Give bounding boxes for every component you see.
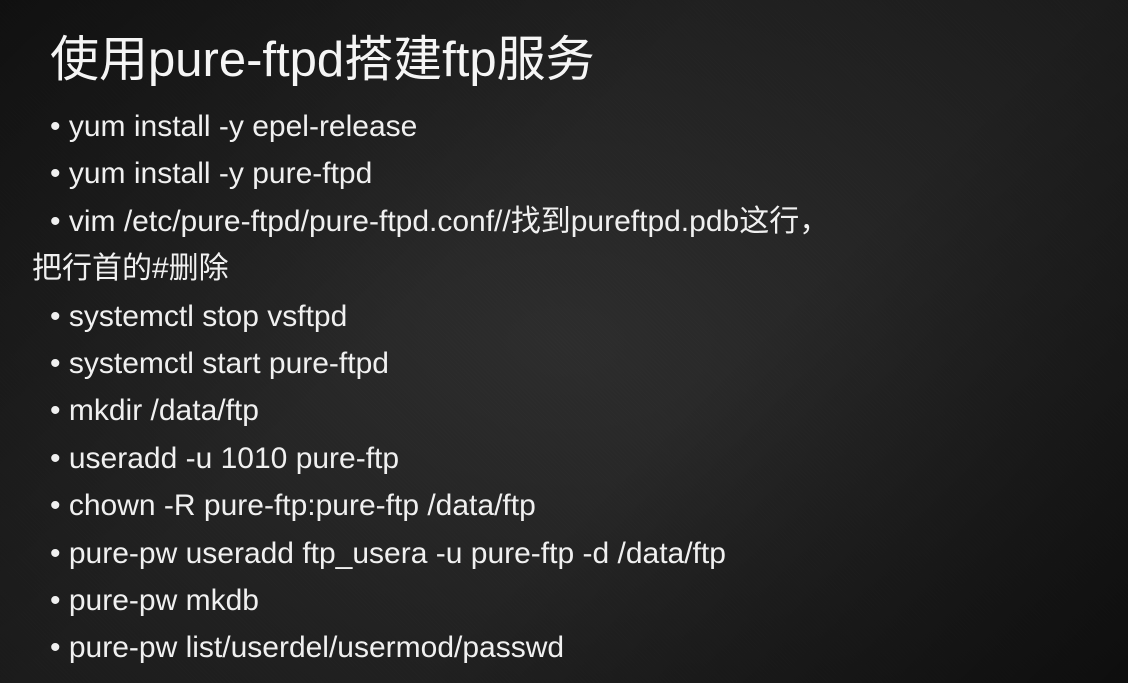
list-item: • pure-pw list/userdel/usermod/passwd — [50, 624, 1078, 671]
bullet-icon: • — [50, 205, 61, 238]
bullet-icon: • — [50, 584, 61, 617]
item-text: yum install -y epel-release — [69, 110, 417, 143]
item-continuation: 把行首的#删除 — [32, 245, 1078, 292]
slide-content: 使用pure-ftpd搭建ftp服务 • yum install -y epel… — [50, 20, 1078, 672]
item-text: yum install -y pure-ftpd — [69, 157, 372, 190]
list-item: • yum install -y pure-ftpd — [50, 150, 1078, 197]
bullet-icon: • — [50, 537, 61, 570]
item-text: pure-pw list/userdel/usermod/passwd — [69, 631, 564, 664]
list-item: • useradd -u 1010 pure-ftp — [50, 435, 1078, 482]
list-item: • pure-pw useradd ftp_usera -u pure-ftp … — [50, 530, 1078, 577]
list-item: • systemctl stop vsftpd — [50, 293, 1078, 340]
list-item: • chown -R pure-ftp:pure-ftp /data/ftp — [50, 482, 1078, 529]
item-text: vim /etc/pure-ftpd/pure-ftpd.conf//找到pur… — [69, 205, 829, 238]
item-text: pure-pw mkdb — [69, 584, 259, 617]
list-item: • mkdir /data/ftp — [50, 387, 1078, 434]
slide-title: 使用pure-ftpd搭建ftp服务 — [50, 20, 1078, 91]
list-item: • vim /etc/pure-ftpd/pure-ftpd.conf//找到p… — [50, 198, 1078, 245]
item-text: systemctl start pure-ftpd — [69, 347, 389, 380]
bullet-icon: • — [50, 110, 61, 143]
item-text: pure-pw useradd ftp_usera -u pure-ftp -d… — [69, 537, 726, 570]
item-text: useradd -u 1010 pure-ftp — [69, 442, 399, 475]
item-text: mkdir /data/ftp — [69, 394, 259, 427]
bullet-icon: • — [50, 347, 61, 380]
bullet-icon: • — [50, 157, 61, 190]
bullet-icon: • — [50, 631, 61, 664]
bullet-icon: • — [50, 300, 61, 333]
list-item: • systemctl start pure-ftpd — [50, 340, 1078, 387]
list-item: • yum install -y epel-release — [50, 103, 1078, 150]
list-item: • pure-pw mkdb — [50, 577, 1078, 624]
item-text: systemctl stop vsftpd — [69, 300, 347, 333]
bullet-icon: • — [50, 394, 61, 427]
bullet-icon: • — [50, 489, 61, 522]
bullet-icon: • — [50, 442, 61, 475]
item-text: chown -R pure-ftp:pure-ftp /data/ftp — [69, 489, 536, 522]
